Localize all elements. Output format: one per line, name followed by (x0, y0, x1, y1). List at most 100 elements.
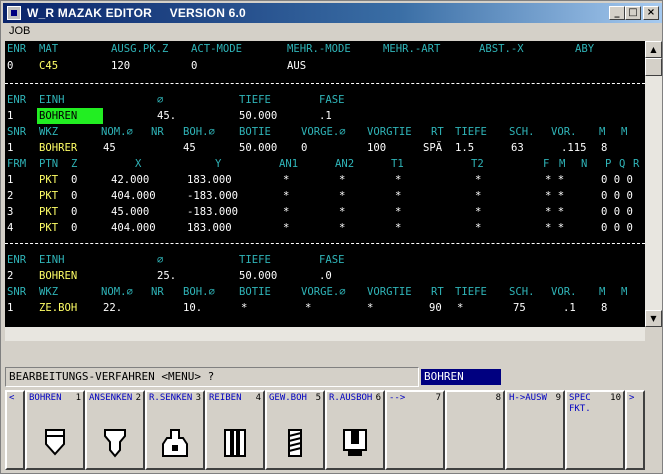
figure-cell: * (283, 174, 290, 186)
scroll-thumb[interactable] (645, 58, 662, 76)
figure-cell: * (475, 174, 482, 186)
tool-value: 1 (7, 302, 14, 314)
tool-values-row[interactable]: 1 ZE.BOH 22. 10. * * * 90 * 75 .1 8 (5, 300, 645, 316)
countersink-icon (104, 429, 126, 458)
tool-label: TIEFE (455, 286, 487, 298)
tool-label: NOM.⌀ (101, 286, 133, 298)
tool-label: SNR (7, 286, 27, 298)
drill-icon (45, 429, 65, 456)
figure-cell: * (475, 190, 482, 202)
unit-value: 2 (7, 270, 14, 282)
unit-label: EINH (39, 254, 65, 266)
title-bar[interactable]: W_R MAZAK EDITOR VERSION 6.0 _ □ × (3, 3, 662, 23)
unit-label: ENR (7, 254, 27, 266)
tool-value: 63 (511, 142, 524, 154)
figure-cell: * (395, 206, 402, 218)
softkey-number: 10 (610, 393, 621, 403)
tool-label: NR (151, 126, 164, 138)
figure-row[interactable]: 3 PKT 0 45.000 -183.000 * * * * * * 0 0 0 (5, 204, 645, 220)
scroll-down-icon[interactable]: ▼ (645, 310, 662, 327)
softkey-label: ANSENKEN (89, 393, 133, 403)
softkey-1[interactable]: BOHREN 1 (25, 390, 85, 470)
tool-label: WKZ (39, 126, 59, 138)
softkey-4[interactable]: REIBEN 4 (205, 390, 265, 470)
softkey-number: 6 (375, 393, 381, 403)
header-label: AUSG.PK.Z (111, 43, 169, 55)
figure-cell: 0 (71, 206, 78, 218)
figure-cell: 0 0 0 (601, 174, 633, 186)
tool-value: 45 (183, 142, 196, 154)
softkey-10[interactable]: SPEC FKT. 10 (565, 390, 625, 470)
header-label: ENR (7, 43, 27, 55)
tool-value: * (367, 302, 374, 314)
horizontal-scrollbar[interactable] (5, 327, 645, 341)
figure-cell: * * (545, 206, 565, 218)
unit-head-labels-row: ENR EINH ⌀ TIEFE FASE (5, 92, 645, 108)
figure-cell: * * (545, 174, 565, 186)
selected-unit-cell[interactable]: BOHREN (37, 108, 103, 124)
header-value: C45 (39, 60, 59, 72)
header-values-row[interactable]: 0 C45 120 0 AUS (5, 58, 645, 74)
tool-label: BOTIE (239, 286, 271, 298)
figure-cell: PKT (39, 190, 59, 202)
softkey-label: SPEC FKT. (569, 393, 591, 414)
softkey-3[interactable]: R.SENKEN 3 (145, 390, 205, 470)
figure-cell: 2 (7, 190, 14, 202)
vertical-scrollbar[interactable]: ▲ ▼ (645, 41, 662, 327)
tool-label: TIEFE (455, 126, 487, 138)
softkey-number: 8 (495, 393, 501, 403)
figure-cell: 404.000 (111, 222, 156, 234)
program-view[interactable]: ENR MAT AUSG.PK.Z ACT-MODE MEHR.-MODE ME… (5, 41, 645, 327)
editor-window: W_R MAZAK EDITOR VERSION 6.0 _ □ × JOB E… (0, 0, 663, 474)
figure-label: PTN (39, 158, 59, 170)
softkey-8[interactable]: 8 (445, 390, 505, 470)
tool-label: NOM.⌀ (101, 126, 133, 138)
tool-value: .1 (563, 302, 576, 314)
figure-cell: 183.000 (187, 222, 232, 234)
tool-label: VORGE.⌀ (301, 286, 346, 298)
figure-cell: 42.000 (111, 174, 150, 186)
tool-value: SPÄ (423, 142, 443, 154)
menu-job[interactable]: JOB (9, 25, 30, 37)
window-title: W_R MAZAK EDITOR VERSION 6.0 (27, 6, 246, 20)
unit-label: ENR (7, 94, 27, 106)
softkey-9[interactable]: H->AUSW 9 (505, 390, 565, 470)
figure-cell: * * (545, 222, 565, 234)
softkey-prev[interactable]: < (5, 390, 25, 470)
tool-label: M (599, 126, 606, 138)
figure-label: AN1 (279, 158, 299, 170)
softkey-next[interactable]: > (625, 390, 645, 470)
tool-values-row[interactable]: 1 BOHRER 45 45 50.000 0 100 SPÄ 1.5 63 .… (5, 140, 645, 156)
unit-head-values-row[interactable]: 1 BOHREN 45. 50.000 .1 (5, 108, 645, 124)
unit-head-values-row[interactable]: 2 BOHREN 25. 50.000 .0 (5, 268, 645, 284)
tool-label: M (621, 286, 628, 298)
softkey-7[interactable]: --> 7 (385, 390, 445, 470)
minimize-button[interactable]: _ (609, 6, 625, 20)
scroll-up-icon[interactable]: ▲ (645, 41, 662, 58)
figure-cell: -183.000 (187, 190, 239, 202)
softkey-2[interactable]: ANSENKEN 2 (85, 390, 145, 470)
figure-cell: * (339, 222, 346, 234)
separator (5, 83, 645, 84)
softkey-number: 7 (435, 393, 441, 403)
softkey-5[interactable]: GEW.BOH 5 (265, 390, 325, 470)
unit-label: TIEFE (239, 254, 271, 266)
maximize-button[interactable]: □ (625, 6, 641, 20)
figure-row[interactable]: 1 PKT 0 42.000 183.000 * * * * * * 0 0 0 (5, 172, 645, 188)
figure-cell: PKT (39, 174, 59, 186)
figure-cell: * (395, 174, 402, 186)
softkey-6[interactable]: R.AUSBOH 6 (325, 390, 385, 470)
figure-cell: 0 (71, 222, 78, 234)
figure-row[interactable]: 2 PKT 0 404.000 -183.000 * * * * * * 0 0 0 (5, 188, 645, 204)
figure-cell: 0 (71, 190, 78, 202)
unit-label: ⌀ (157, 94, 164, 106)
unit-value: 50.000 (239, 110, 278, 122)
close-button[interactable]: × (643, 6, 659, 20)
softkey-label: GEW.BOH (269, 393, 307, 403)
softkey-label: < (9, 393, 15, 403)
figure-label: Z (71, 158, 78, 170)
prompt-answer-field[interactable]: BOHREN (421, 369, 501, 385)
figure-row[interactable]: 4 PKT 0 404.000 183.000 * * * * * * 0 0 0 (5, 220, 645, 236)
figure-cell: PKT (39, 206, 59, 218)
figure-label: M (559, 158, 566, 170)
